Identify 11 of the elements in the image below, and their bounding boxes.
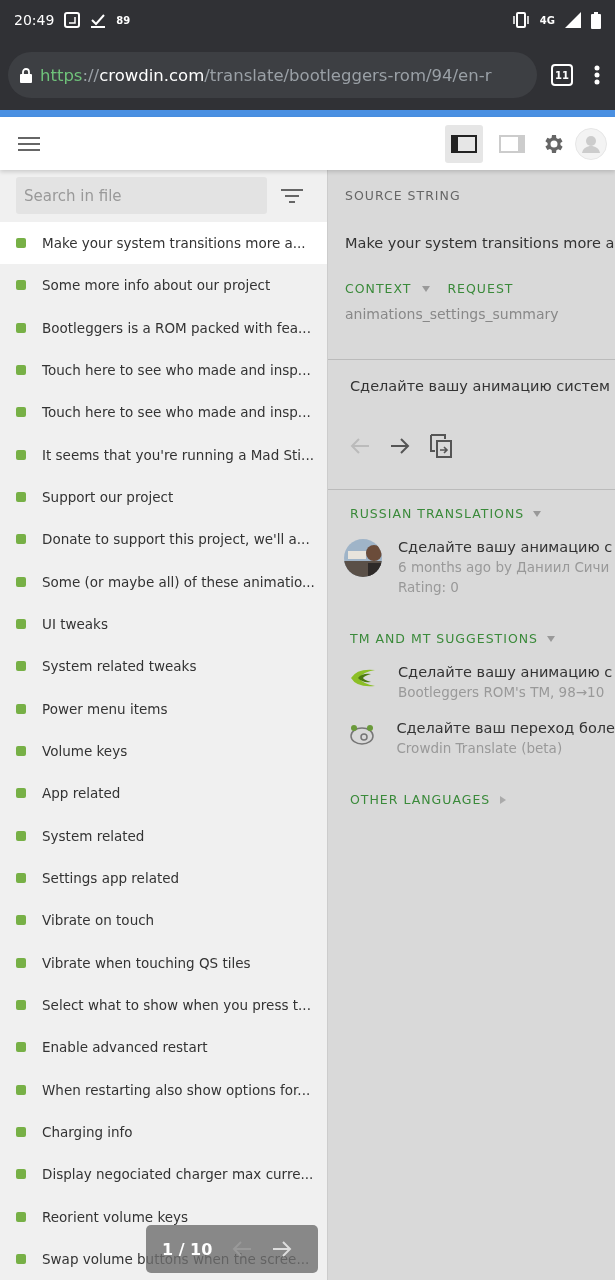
suggestion-meta: Bootleggers ROM's TM, 98→10 — [398, 684, 606, 700]
section-heading: SOURCE STRING — [345, 188, 462, 203]
suggestion-meta: Crowdin Translate (beta) — [396, 740, 564, 756]
network-type: 4G — [539, 14, 555, 26]
context-key: animations_settings_summary — [345, 306, 615, 322]
clock-time: 20:49 — [14, 12, 55, 28]
url-text: https://crowdin.com/translate/bootleggers-rom/94/en-r — [40, 65, 492, 85]
notification-count: 89 — [116, 14, 131, 26]
suggestion-meta: 6 months ago by Даниил Сичи — [398, 559, 611, 575]
rating-text: Rating: 0 — [398, 579, 460, 595]
source-text: Make your system transitions more a — [345, 235, 615, 251]
